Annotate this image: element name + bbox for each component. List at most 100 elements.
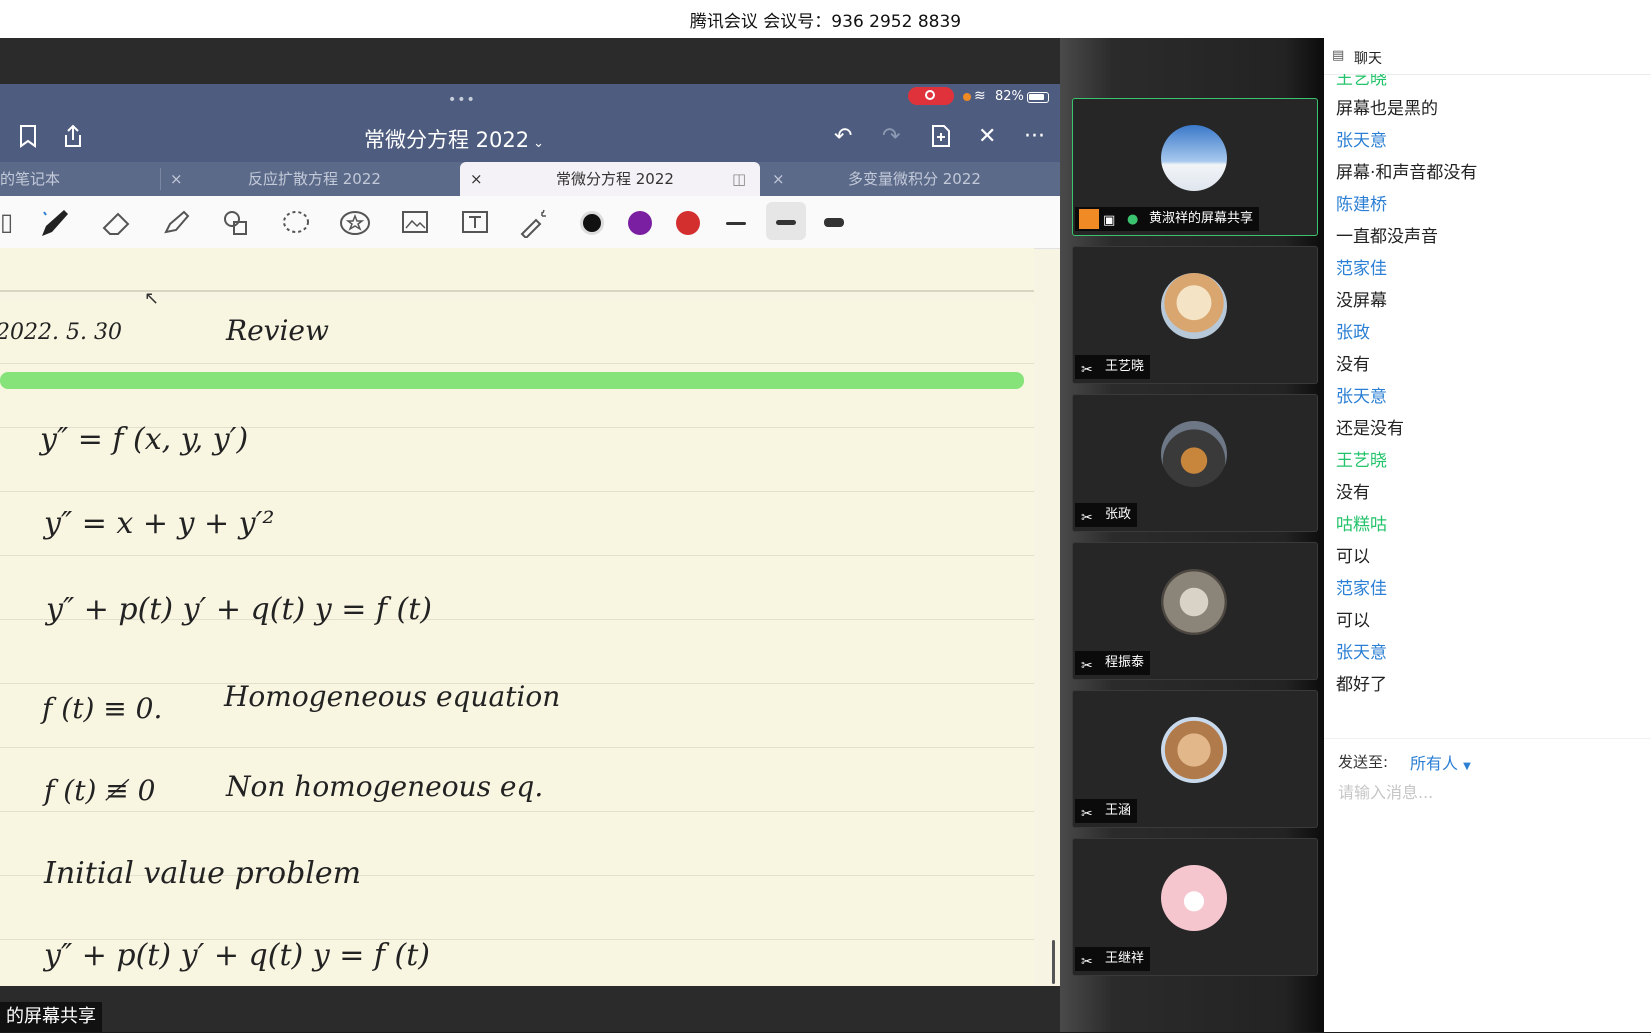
chat-sender: 张天意 [1336, 643, 1387, 663]
image-tool-icon[interactable] [400, 208, 430, 242]
participant-name: 王继祥 [1105, 951, 1145, 966]
participant-tile[interactable]: ✂ 张政 [1072, 394, 1318, 532]
participant-tile[interactable]: ▣ ● 黄淑祥的屏幕共享 [1072, 98, 1318, 236]
previous-page-edge [0, 248, 1034, 292]
chat-sender: 王艺晓 [1336, 451, 1387, 471]
undo-icon[interactable]: ↶ [834, 124, 852, 149]
stroke-thick-option[interactable] [824, 218, 844, 227]
tab-close-icon[interactable]: × [470, 162, 483, 196]
window-title: 腾讯会议 会议号：936 2952 8839 [689, 11, 962, 32]
stroke-thin-option[interactable] [726, 222, 746, 225]
chat-message-text: 都好了 [1336, 675, 1387, 695]
participant-namebar: ✂ 程振泰 [1075, 651, 1151, 675]
chat-sender: 张天意 [1336, 387, 1387, 407]
chat-sender: 张政 [1336, 323, 1370, 343]
tab-close-icon[interactable]: × [772, 162, 785, 196]
sticker-tool-icon[interactable] [338, 208, 372, 244]
participant-avatar [1161, 273, 1227, 339]
chat-title: 聊天 [1354, 51, 1382, 67]
close-fullscreen-icon[interactable]: ✕ [978, 124, 996, 149]
page-icon[interactable]: ▯ [0, 208, 13, 236]
tab-label: 反应扩散方程 2022 [248, 170, 381, 188]
participant-namebar: ✂ 王涵 [1075, 799, 1138, 823]
participant-namebar: ✂ 王艺晓 [1075, 355, 1151, 379]
note-page[interactable]: 2022. 5. 30 Review y″ = f (x, y, y′) y″ … [0, 300, 1034, 986]
participant-namebar: ▣ ● 黄淑祥的屏幕共享 [1075, 207, 1260, 231]
color-purple-swatch[interactable] [628, 211, 652, 235]
chevron-down-icon: ⌄ [533, 136, 545, 151]
chat-sender: 王艺晓 [1336, 74, 1387, 89]
participant-video-list: ▣ ● 黄淑祥的屏幕共享 ✂ 王艺晓 ✂ 张政 ✂ 程振泰 ✂ 王涵 ✂ 王继祥 [1060, 38, 1324, 1032]
note-date: 2022. 5. 30 [0, 320, 122, 345]
lasso-tool-icon[interactable] [280, 208, 312, 244]
participant-avatar [1161, 125, 1227, 191]
notes-navbar: 常微分方程 2022 ⌄ ↶ ↷ ✕ ··· [0, 112, 1060, 162]
note-line-3: y″ + p(t) y′ + q(t) y = f (t) [46, 592, 433, 627]
note-line-5b: Non homogeneous eq. [226, 770, 544, 803]
stroke-medium-option[interactable] [776, 220, 796, 225]
caret-down-icon: ▼ [1463, 761, 1471, 772]
note-line-4b: Homogeneous equation [224, 680, 561, 713]
tab-reaction-diffusion[interactable]: × 反应扩散方程 2022 [162, 162, 458, 196]
chat-icon: ▤ [1332, 48, 1345, 63]
chat-message-input[interactable] [1336, 779, 1640, 805]
wifi-icon: ≋ [974, 88, 986, 104]
mic-muted-icon: ✂ [1081, 658, 1093, 674]
more-icon[interactable]: ··· [1024, 124, 1045, 149]
mic-muted-icon: ✂ [1081, 362, 1093, 378]
note-line-2: y″ = x + y + y′² [44, 506, 275, 541]
participant-tile[interactable]: ✂ 王继祥 [1072, 838, 1318, 976]
chat-sender: 范家佳 [1336, 259, 1387, 279]
tab-divider [160, 168, 161, 190]
document-title[interactable]: 常微分方程 2022 ⌄ [364, 124, 544, 154]
tab-label: 的笔记本 [0, 170, 61, 188]
chat-panel: ▤ 聊天 王艺晓 屏幕也是黑的 张天意 屏幕·和声音都没有 陈建桥 一直都没声音… [1324, 38, 1651, 1032]
mic-muted-icon: ✂ [1081, 510, 1093, 526]
shapes-tool-icon[interactable] [220, 208, 252, 244]
color-black-swatch[interactable] [580, 211, 604, 235]
participant-avatar [1161, 865, 1227, 931]
pen-tool-icon[interactable] [38, 208, 72, 246]
participant-tile[interactable]: ✂ 王艺晓 [1072, 246, 1318, 384]
send-to-dropdown[interactable]: 所有人 ▼ [1410, 750, 1471, 774]
color-red-swatch[interactable] [676, 211, 700, 235]
chat-message-text: 没有 [1336, 355, 1370, 375]
notebook-tabs: 的笔记本 × 反应扩散方程 2022 × 常微分方程 2022 ◫ × 多变量微… [0, 162, 1060, 196]
text-tool-icon[interactable] [460, 208, 490, 242]
tab-ode-active[interactable]: × 常微分方程 2022 ◫ [460, 162, 760, 196]
mic-on-icon: ● [1127, 212, 1139, 227]
note-line-5a: f (t) ≢ 0 [44, 774, 156, 807]
mic-indicator-icon [963, 93, 971, 101]
tab-close-icon[interactable]: × [170, 162, 183, 196]
chat-message-list[interactable]: 王艺晓 屏幕也是黑的 张天意 屏幕·和声音都没有 陈建桥 一直都没声音 范家佳 … [1336, 74, 1646, 734]
tab-notebook[interactable]: 的笔记本 [0, 162, 158, 196]
add-page-icon[interactable] [930, 124, 952, 154]
note-line-6: Initial value problem [44, 856, 362, 891]
chat-message-text: 屏幕·和声音都没有 [1336, 163, 1478, 183]
screen-share-label: 的屏幕共享 [0, 1002, 102, 1032]
green-highlight-stroke [0, 372, 1024, 389]
tab-label: 多变量微积分 2022 [848, 170, 981, 188]
laser-pointer-icon[interactable] [518, 208, 550, 244]
eraser-tool-icon[interactable] [100, 208, 134, 244]
chat-message-text: 可以 [1336, 611, 1370, 631]
bookmark-icon[interactable] [18, 124, 38, 154]
shared-ipad-screen: ••• ≋ 82% 常微分方程 2022 ⌄ ↶ ↷ ✕ ··· 的笔记本 × 反… [0, 84, 1060, 986]
highlighter-tool-icon[interactable] [160, 208, 192, 244]
participant-tile[interactable]: ✂ 王涵 [1072, 690, 1318, 828]
battery-percent: 82% [995, 89, 1024, 104]
share-icon[interactable] [62, 124, 84, 154]
host-icon [1079, 209, 1099, 229]
send-to-value: 所有人 [1410, 754, 1459, 773]
redo-icon[interactable]: ↷ [882, 124, 900, 149]
send-to-label: 发送至: [1338, 753, 1389, 771]
participant-tile[interactable]: ✂ 程振泰 [1072, 542, 1318, 680]
screen-record-icon [908, 87, 954, 105]
mic-muted-icon: ✂ [1081, 806, 1093, 822]
page-scrollbar[interactable] [1052, 940, 1055, 984]
drawing-toolbar: ▯ [0, 196, 1060, 249]
tab-multivariable-calculus[interactable]: × 多变量微积分 2022 [762, 162, 1060, 196]
split-view-icon[interactable]: ◫ [732, 162, 746, 196]
participant-avatar [1161, 569, 1227, 635]
mouse-cursor-icon: ↖ [144, 288, 160, 309]
